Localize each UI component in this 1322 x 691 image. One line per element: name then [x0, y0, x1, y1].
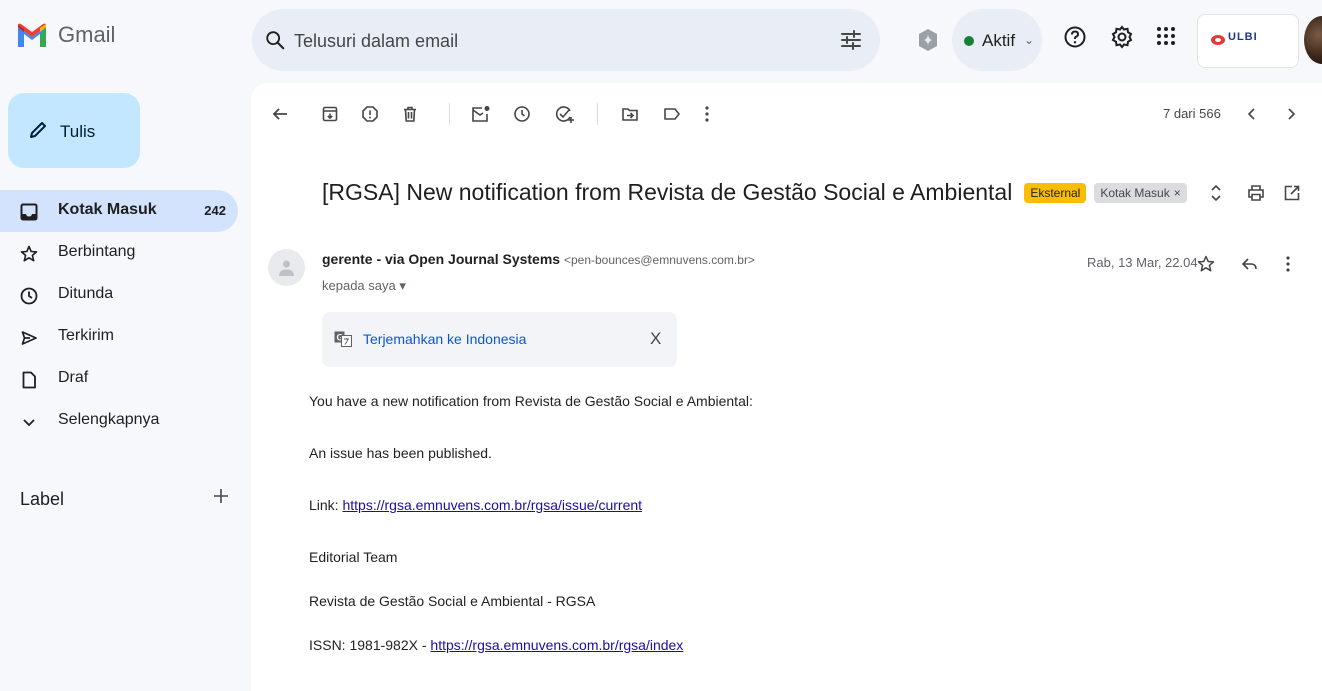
- status-label: Aktif: [982, 31, 1016, 50]
- user-avatar[interactable]: [1304, 16, 1322, 64]
- body-paragraph: Editorial Team: [309, 549, 398, 565]
- archive-icon[interactable]: [321, 105, 339, 123]
- status-dot: [964, 36, 974, 46]
- inbox-icon: [20, 203, 38, 221]
- label-icon[interactable]: [663, 105, 681, 123]
- translate-icon: G: [334, 331, 352, 347]
- star-icon[interactable]: [1197, 255, 1215, 273]
- chevron-down-icon: ⌄: [1024, 33, 1035, 47]
- external-chip: Eksternal: [1024, 182, 1087, 203]
- snooze-icon[interactable]: [513, 105, 531, 123]
- sender-avatar[interactable]: [268, 249, 305, 286]
- open-in-new-window-icon[interactable]: [1283, 184, 1301, 202]
- send-icon: [21, 331, 37, 345]
- sidebar-item-label: Ditunda: [58, 285, 114, 302]
- sidebar-item-label: Berbintang: [58, 243, 136, 260]
- report-spam-icon[interactable]: [361, 105, 379, 123]
- tune-icon[interactable]: [840, 30, 862, 50]
- toolbar-divider: [449, 103, 450, 125]
- compose-label: Tulis: [60, 122, 96, 141]
- sidebar-item-snoozed[interactable]: Ditunda: [0, 274, 238, 316]
- journal-index-link[interactable]: https://rgsa.emnuvens.com.br/rgsa/index: [430, 637, 683, 653]
- add-label-icon[interactable]: [211, 486, 231, 506]
- search-bar[interactable]: [252, 9, 880, 71]
- mark-unread-icon[interactable]: [471, 105, 491, 123]
- search-icon[interactable]: [264, 29, 286, 51]
- caret-down-icon[interactable]: ▾: [399, 278, 406, 293]
- pencil-icon: [30, 122, 46, 138]
- link-label: Link:: [309, 497, 343, 513]
- gemini-icon[interactable]: [917, 28, 939, 52]
- settings-icon[interactable]: [1110, 25, 1134, 49]
- labels-heading: Label: [20, 489, 65, 509]
- sidebar-nav: Kotak Masuk 242 Berbintang Ditunda Terki…: [0, 190, 240, 442]
- sidebar-item-inbox[interactable]: Kotak Masuk 242: [0, 190, 238, 232]
- compose-button[interactable]: Tulis: [8, 93, 140, 168]
- more-options-icon[interactable]: [1284, 255, 1292, 273]
- search-input[interactable]: [292, 27, 816, 55]
- message-view: 7 dari 566 [RGSA] New notification from …: [251, 83, 1322, 691]
- chevron-down-icon: [23, 419, 35, 427]
- draft-icon: [22, 371, 36, 389]
- more-icon[interactable]: [703, 105, 711, 123]
- email-date: Rab, 13 Mar, 22.04: [1087, 255, 1198, 270]
- translate-link[interactable]: Terjemahkan ke Indonesia: [363, 331, 526, 347]
- chevron-left-icon[interactable]: [1246, 105, 1258, 123]
- recipient-line[interactable]: kepada saya ▾: [322, 278, 406, 294]
- sender-email: <pen-bounces@emnuvens.com.br>: [563, 253, 755, 267]
- translate-banner: G Terjemahkan ke Indonesia X: [322, 312, 677, 367]
- sidebar-item-sent[interactable]: Terkirim: [0, 316, 238, 358]
- inbox-label-chip-text: Kotak Masuk: [1100, 185, 1170, 200]
- body-link-line: Link: https://rgsa.emnuvens.com.br/rgsa/…: [309, 497, 642, 513]
- move-to-icon[interactable]: [621, 105, 639, 123]
- gmail-m-icon: [18, 23, 46, 47]
- reply-icon[interactable]: [1241, 255, 1259, 273]
- body-paragraph: An issue has been published.: [309, 445, 492, 461]
- organization-logo-text: ULBI: [1228, 31, 1258, 43]
- toolbar-divider: [597, 103, 598, 125]
- add-task-icon[interactable]: [555, 105, 575, 123]
- back-icon[interactable]: [271, 105, 289, 123]
- email-subject: [RGSA] New notification from Revista de …: [322, 179, 1013, 205]
- pagination-text: 7 dari 566: [1163, 106, 1221, 121]
- ulbi-emblem-icon: [1211, 35, 1225, 45]
- gmail-logo[interactable]: Gmail: [16, 22, 115, 48]
- inbox-label-chip[interactable]: Kotak Masuk ×: [1094, 182, 1187, 203]
- sender-name[interactable]: gerente - via Open Journal Systems: [322, 251, 560, 267]
- help-icon[interactable]: [1063, 25, 1087, 49]
- status-selector[interactable]: Aktif ⌄: [952, 9, 1042, 71]
- organization-logo[interactable]: ULBI: [1197, 14, 1299, 68]
- sender-line: gerente - via Open Journal Systems <pen-…: [322, 251, 755, 267]
- app-name: Gmail: [58, 22, 116, 47]
- sidebar-item-label: Kotak Masuk: [58, 201, 157, 218]
- person-icon: [279, 260, 294, 276]
- issn-label: ISSN: 1981-982X -: [309, 637, 431, 653]
- expand-collapse-icon[interactable]: [1209, 183, 1223, 203]
- clock-icon: [20, 287, 38, 305]
- sidebar-item-drafts[interactable]: Draf: [0, 358, 238, 400]
- body-paragraph: You have a new notification from Revista…: [309, 393, 753, 409]
- close-icon[interactable]: X: [650, 329, 661, 349]
- issue-current-link[interactable]: https://rgsa.emnuvens.com.br/rgsa/issue/…: [342, 497, 642, 513]
- sidebar-item-label: Draf: [58, 369, 89, 386]
- sidebar-item-more[interactable]: Selengkapnya: [0, 400, 238, 442]
- body-issn-line: ISSN: 1981-982X - https://rgsa.emnuvens.…: [309, 637, 683, 653]
- unread-count-badge: 242: [204, 203, 226, 218]
- sidebar-item-label: Terkirim: [58, 327, 114, 344]
- sidebar-item-starred[interactable]: Berbintang: [0, 232, 238, 274]
- star-icon: [20, 245, 38, 262]
- subject-row: [RGSA] New notification from Revista de …: [322, 179, 1187, 206]
- remove-label-icon[interactable]: ×: [1174, 186, 1181, 200]
- sidebar-item-label: Selengkapnya: [58, 411, 160, 428]
- body-paragraph: Revista de Gestão Social e Ambiental - R…: [309, 593, 596, 609]
- print-icon[interactable]: [1247, 184, 1265, 202]
- delete-icon[interactable]: [401, 105, 419, 123]
- recipient-text: kepada saya: [322, 278, 396, 293]
- chevron-right-icon[interactable]: [1285, 105, 1297, 123]
- apps-grid-icon[interactable]: [1155, 25, 1177, 47]
